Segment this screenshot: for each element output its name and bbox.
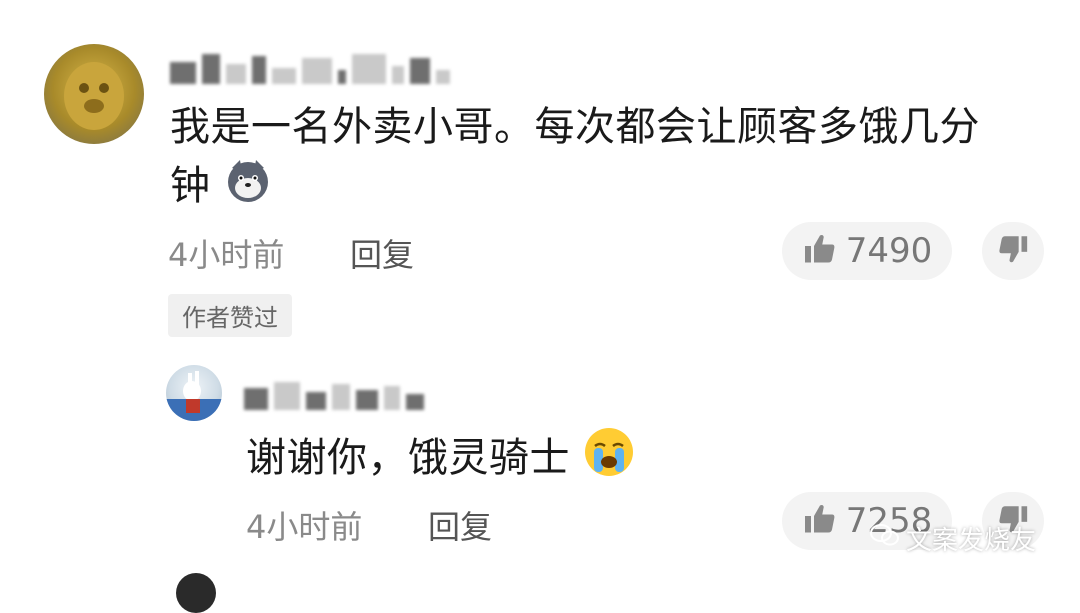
thumbs-up-icon (802, 231, 838, 271)
watermark: 文案发烧友 (870, 520, 1036, 557)
comment-time: 4小时前 (168, 236, 285, 274)
dog-face-emoji (224, 156, 272, 220)
thumbs-down-icon (996, 232, 1030, 270)
comment-time: 4小时前 (246, 508, 363, 546)
avatar[interactable] (44, 44, 144, 144)
comment-text-line: 钟 (170, 163, 211, 209)
thumbs-up-icon (802, 501, 838, 541)
author-liked-badge: 作者赞过 (168, 294, 292, 337)
comment-text-line: 我是一名外卖小哥。每次都会让顾客多饿几分 (170, 104, 980, 150)
wechat-icon (870, 522, 900, 555)
username-blurred[interactable] (170, 50, 450, 84)
username-blurred[interactable] (244, 378, 424, 410)
reply-button[interactable]: 回复 (350, 230, 414, 276)
comment-text-line: 谢谢你，饿灵骑士 (246, 435, 570, 481)
dislike-button[interactable] (982, 222, 1044, 280)
comment-text: 我是一名外卖小哥。每次都会让顾客多饿几分 钟 (170, 98, 1030, 220)
avatar[interactable] (176, 573, 216, 613)
watermark-text: 文案发烧友 (906, 526, 1037, 556)
crying-face-emoji (583, 426, 635, 494)
avatar[interactable] (166, 365, 222, 421)
like-button[interactable]: 7490 (782, 222, 952, 280)
reply-button[interactable]: 回复 (428, 502, 492, 548)
comment-text: 谢谢你，饿灵骑士 (246, 426, 635, 494)
like-count: 7490 (845, 231, 933, 271)
